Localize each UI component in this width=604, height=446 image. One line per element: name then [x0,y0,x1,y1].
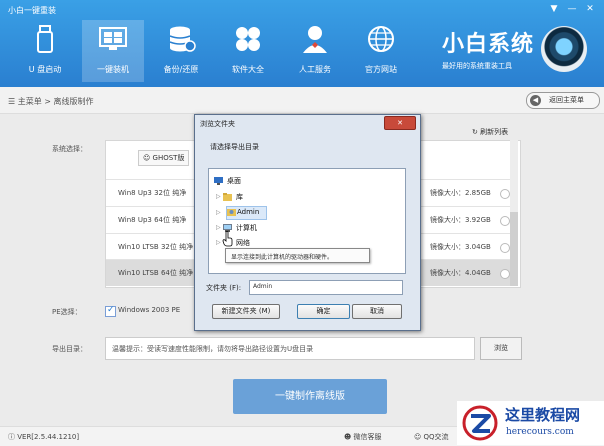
dialog-prompt: 请选择导出目录 [210,143,259,151]
select-radio[interactable] [500,216,510,226]
refresh-icon: ↻ [472,128,481,136]
expand-arrow-icon[interactable]: ▷ [216,193,221,200]
make-offline-button[interactable]: 一键制作离线版 [233,379,387,414]
minimize-button[interactable]: — [566,4,578,14]
refresh-list-button[interactable]: ↻ 刷新列表 [472,127,508,137]
image-size: 镜像大小：4.04GB [430,269,491,277]
pe-select-label: PE选择： [52,308,82,316]
export-dir-label: 导出目录： [52,345,87,353]
system-select-label: 系统选择： [52,145,87,153]
back-arrow-icon: ◀ [530,95,541,106]
desktop-icon [214,177,223,185]
watermark-logo-icon [462,405,498,441]
nav-label: 官方网站 [365,65,397,74]
folder-input-value: Admin [253,283,273,290]
expand-arrow-icon[interactable]: ▷ [216,209,221,216]
breadcrumb-text: 主菜单 > 离线版制作 [17,97,94,106]
system-name: Win10 LTSB 64位 纯净 [118,269,194,277]
nav-official-site[interactable]: 官方网站 [350,20,412,82]
version-label: ⓘ VER[2.5.44.1210] [8,432,79,442]
database-icon [169,26,196,52]
menu-lines-icon: ☰ [8,97,18,106]
nav-usb-boot[interactable]: U 盘启动 [14,20,76,82]
browse-button[interactable]: 浏览 [480,337,522,360]
nav-label: U 盘启动 [28,65,62,74]
wechat-icon: ☻ [344,433,354,441]
system-name: Win8 Up3 64位 纯净 [118,216,187,224]
ghost-tab-label: GHOST版 [152,154,185,162]
nav-label: 人工服务 [299,65,331,74]
apps-grid-icon [236,27,260,51]
usb-drive-icon [37,25,53,53]
qq-icon: ☺ [414,433,424,441]
ok-button[interactable]: 确定 [297,304,350,319]
support-agent-icon [303,26,327,53]
expand-arrow-icon[interactable]: ▷ [216,239,221,246]
dialog-title: 浏览文件夹 [200,120,235,128]
tooltip-text: 显示连接到此计算机的驱动器和硬件。 [231,254,334,261]
brand-logo-icon [541,26,587,72]
hand-cursor-icon [222,231,233,247]
menu-dropdown-button[interactable]: ▼ [548,4,560,14]
nav-label: 软件大全 [232,65,264,74]
list-scroll-thumb[interactable] [510,212,518,286]
expand-arrow-icon[interactable]: ▷ [216,224,221,231]
tree-node-library[interactable]: 库 [236,192,243,202]
cancel-button[interactable]: 取消 [352,304,402,319]
info-icon: ⓘ [8,433,18,441]
refresh-label: 刷新列表 [480,128,509,136]
dialog-close-button[interactable]: ✕ [384,116,416,130]
image-size: 镜像大小：3.92GB [430,216,491,224]
nav-label: 备份/还原 [163,65,199,74]
globe-icon [368,26,394,52]
wechat-text: 微信客服 [353,433,382,441]
back-to-main-button[interactable]: ◀ 返回主菜单 [526,92,600,109]
tree-node-desktop[interactable]: 桌面 [227,176,241,186]
export-hint: 温馨提示：受读写速度性能限制，请勿将导出路径设置为U盘目录 [112,345,314,353]
tree-node-computer[interactable]: 计算机 [236,223,257,233]
qq-link[interactable]: ☺ QQ交流 [414,432,449,442]
nav-software[interactable]: 软件大全 [217,20,279,82]
select-radio[interactable] [500,189,510,199]
nav-label: 一键装机 [97,65,129,74]
image-size: 镜像大小：3.04GB [430,243,491,251]
system-name: Win10 LTSB 32位 纯净 [118,243,194,251]
nav-one-click-install[interactable]: 一键装机 [82,20,144,82]
monitor-icon [99,27,127,50]
watermark-url: herecours.com [506,427,574,437]
version-text: VER[2.5.44.1210] [17,433,80,441]
library-folder-icon [223,193,232,201]
folder-field-label: 文件夹 (F): [206,284,242,292]
tree-node-admin[interactable]: Admin [237,208,259,216]
brand-slogan: 最好用的系统重装工具 [442,62,512,70]
wechat-service-link[interactable]: ☻ 微信客服 [344,432,382,442]
ghost-icon: ☺ [143,154,153,162]
select-radio[interactable] [500,243,510,253]
window-title: 小白一键重装 [8,6,56,15]
tooltip: 显示连接到此计算机的驱动器和硬件。 [225,248,370,263]
qq-text: QQ交流 [423,433,449,441]
new-folder-button[interactable]: 新建文件夹 (M) [212,304,280,319]
pe-option-label: Windows 2003 PE [118,306,181,314]
nav-backup-restore[interactable]: 备份/还原 [150,20,212,82]
select-radio[interactable] [500,269,510,279]
brand-name: 小白系统 [442,32,535,57]
nav-manual-service[interactable]: 人工服务 [284,20,346,82]
user-folder-icon [227,209,236,216]
breadcrumb: ☰ 主菜单 > 离线版制作 [8,96,94,107]
system-name: Win8 Up3 32位 纯净 [118,189,187,197]
folder-input[interactable]: Admin [249,280,403,295]
close-window-button[interactable]: ✕ [584,4,596,14]
pe-checkbox[interactable] [105,305,116,317]
export-dir-input[interactable]: 温馨提示：受读写速度性能限制，请勿将导出路径设置为U盘目录 [105,337,475,360]
tree-node-network[interactable]: 网络 [236,238,250,248]
ghost-tab[interactable]: ☺ GHOST版 [138,150,190,166]
back-label: 返回主菜单 [549,96,584,104]
watermark-title: 这里教程网 [505,406,581,424]
image-size: 镜像大小：2.85GB [430,189,491,197]
